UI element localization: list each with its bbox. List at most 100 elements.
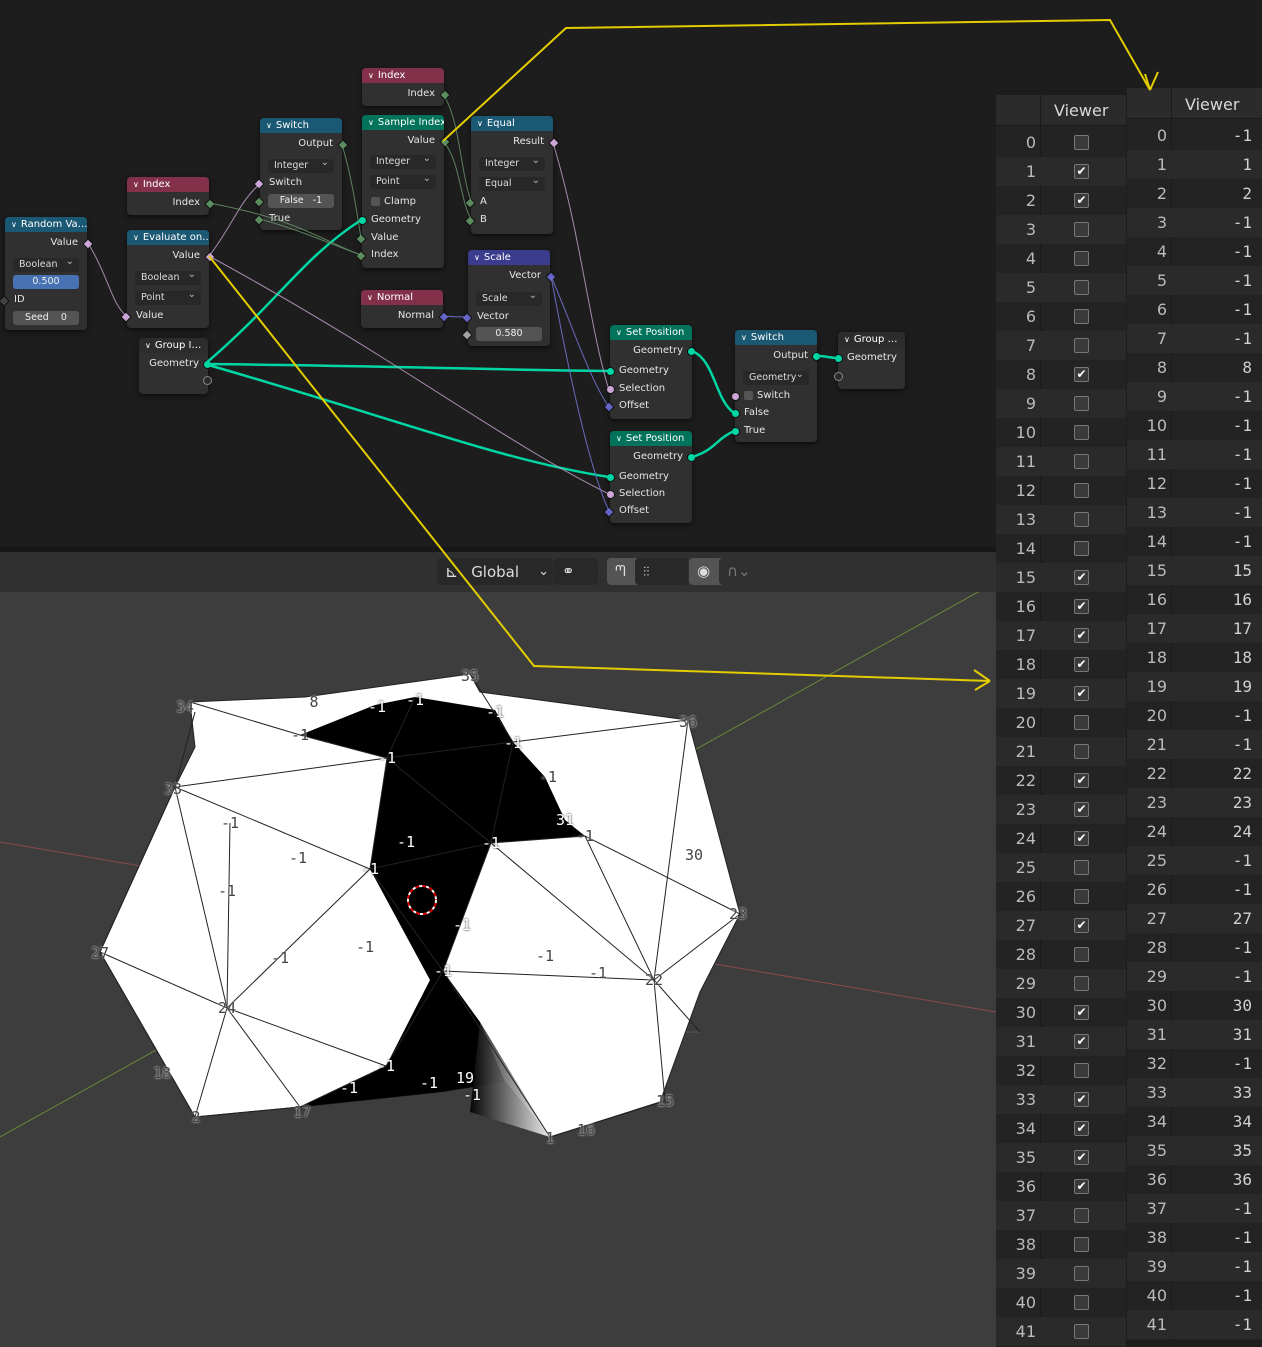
index-node[interactable]: ∨ Index Index bbox=[127, 177, 216, 215]
node-editor[interactable]: ∨Random Va… Value Boolean 0.500 ID Seed … bbox=[0, 0, 996, 547]
false-field[interactable]: False -1 bbox=[268, 194, 334, 208]
probability-field[interactable]: 0.500 bbox=[13, 275, 79, 289]
switch-node[interactable]: ∨Switch Output Integer Switch False -1 T… bbox=[253, 118, 349, 230]
seed-field[interactable]: Seed 0 bbox=[13, 311, 79, 325]
random-value-node[interactable]: ∨Random Va… Value Boolean 0.500 ID Seed … bbox=[0, 217, 94, 330]
sample-index-node[interactable]: ∨Sample Index Value Integer Point Clamp … bbox=[355, 115, 451, 268]
switch-checkbox[interactable]: Switch bbox=[735, 388, 817, 404]
boolean-checkbox bbox=[1074, 309, 1089, 324]
vector-scale-node[interactable]: ∨Scale Vector Scale Vector 0.580 bbox=[461, 250, 557, 346]
true-socket[interactable] bbox=[731, 427, 740, 436]
falloff-dropdown[interactable]: ∩⌄ bbox=[719, 558, 771, 585]
boolean-checkbox bbox=[1074, 1324, 1089, 1339]
geometry-socket[interactable] bbox=[203, 360, 212, 369]
index-node-2[interactable]: ∨ Index Index bbox=[362, 68, 451, 106]
boolean-checkbox bbox=[1074, 396, 1089, 411]
orientation-dropdown[interactable]: ⊾ Global ⌄ bbox=[437, 558, 553, 585]
row-value: 17 bbox=[1232, 619, 1252, 638]
geometry-out-socket[interactable] bbox=[687, 453, 696, 462]
evaluate-on-domain-node[interactable]: ∨Evaluate on… Value Boolean Point Value bbox=[120, 230, 216, 328]
viewer-bool-column[interactable]: Viewer 0 1 ✔ 2 ✔ 3 4 5 6 7 8 ✔ 9 10 11 12 13 14 15 ✔ 16 ✔ 17 ✔ 1… bbox=[996, 95, 1126, 1347]
index-output: Index bbox=[407, 88, 435, 99]
row-index: 3 bbox=[1025, 220, 1036, 239]
area-divider[interactable] bbox=[0, 547, 996, 552]
proportional-icon: ◉ bbox=[697, 562, 711, 580]
node-title: Set Position bbox=[625, 327, 685, 338]
table-row: 37 -1 bbox=[1127, 1194, 1262, 1223]
offset-input: Offset bbox=[619, 400, 650, 411]
column-header: Viewer bbox=[1127, 88, 1262, 119]
attribute-value-label: 35 bbox=[460, 667, 480, 685]
row-index: 26 bbox=[1146, 880, 1167, 899]
selection-socket[interactable] bbox=[606, 385, 615, 394]
type-dropdown[interactable]: Integer bbox=[370, 152, 436, 169]
empty-socket[interactable] bbox=[203, 376, 212, 385]
geometry-socket[interactable] bbox=[358, 216, 367, 225]
row-value: 30 bbox=[1232, 996, 1252, 1015]
table-row: 34 34 bbox=[1127, 1107, 1262, 1136]
scale-socket[interactable] bbox=[461, 329, 473, 341]
viewer-int-column[interactable]: Viewer 0 -1 1 1 2 2 3 -1 4 -1 5 -1 6 -1 7 -1 8 8 9 -1 10 -1 11… bbox=[1127, 88, 1262, 1340]
group-output-node[interactable]: ∨ Group … Geometry bbox=[834, 332, 905, 389]
scale-field[interactable]: 0.580 bbox=[476, 327, 542, 341]
boolean-checkbox: ✔ bbox=[1074, 1092, 1089, 1107]
selection-socket[interactable] bbox=[606, 490, 615, 499]
normal-node[interactable]: ∨ Normal Normal bbox=[361, 290, 450, 328]
false-socket[interactable] bbox=[731, 409, 740, 418]
boolean-checkbox bbox=[1074, 1237, 1089, 1252]
row-index: 33 bbox=[1015, 1090, 1036, 1109]
geometry-in-socket[interactable] bbox=[606, 473, 615, 482]
set-position-node-2[interactable]: ∨ Set Position Geometry Geometry Selectio… bbox=[603, 431, 696, 523]
boolean-checkbox bbox=[1074, 338, 1089, 353]
boolean-checkbox bbox=[1074, 860, 1089, 875]
table-row: 6 bbox=[996, 302, 1126, 331]
mode-dropdown[interactable]: Scale bbox=[476, 289, 542, 306]
normal-output: Normal bbox=[397, 310, 434, 321]
geometry-out-socket[interactable] bbox=[687, 347, 696, 356]
table-row: 2 ✔ bbox=[996, 186, 1126, 215]
boolean-checkbox: ✔ bbox=[1074, 657, 1089, 672]
vector-output: Vector bbox=[509, 270, 541, 281]
geometry-socket[interactable] bbox=[834, 354, 843, 363]
set-position-node[interactable]: ∨ Set Position Geometry Geometry Selectio… bbox=[603, 325, 696, 419]
mode-dropdown[interactable]: Equal bbox=[479, 174, 545, 191]
3d-viewport[interactable]: 35 8 34 -1 -1 -1 36 -1 -1 -1 -1 33 -1 31 -1 -1 -1 -1 30 -1-… bbox=[0, 592, 996, 1347]
table-row: 19 ✔ bbox=[996, 679, 1126, 708]
domain-dropdown[interactable]: Point bbox=[135, 288, 201, 305]
attribute-value-label: 33 bbox=[163, 780, 183, 798]
attribute-value-label: -1 bbox=[481, 834, 501, 852]
attribute-value-label: 34 bbox=[175, 698, 195, 716]
output-label: Output bbox=[773, 350, 808, 361]
clamp-checkbox[interactable]: Clamp bbox=[362, 194, 444, 210]
type-dropdown[interactable]: Integer bbox=[268, 156, 334, 173]
boolean-checkbox bbox=[1074, 947, 1089, 962]
empty-socket[interactable] bbox=[834, 372, 843, 381]
type-dropdown[interactable]: Boolean bbox=[135, 268, 201, 285]
type-dropdown[interactable]: Boolean bbox=[13, 255, 79, 272]
pivot-point-dropdown[interactable]: ⚭ bbox=[554, 558, 598, 585]
switch-node-2[interactable]: ∨Switch Output Geometry Switch False Tru… bbox=[731, 330, 821, 442]
row-value: -1 bbox=[1232, 387, 1252, 406]
output-socket[interactable] bbox=[812, 352, 821, 361]
domain-dropdown[interactable]: Point bbox=[370, 172, 436, 189]
row-index: 38 bbox=[1146, 1228, 1167, 1247]
geometry-in-socket[interactable] bbox=[606, 367, 615, 376]
attribute-value-label: -1 bbox=[588, 964, 608, 982]
false-socket[interactable] bbox=[253, 196, 265, 208]
attribute-value-label: 36 bbox=[678, 713, 698, 731]
row-index: 28 bbox=[1015, 945, 1036, 964]
row-value: 23 bbox=[1232, 793, 1252, 812]
equal-node[interactable]: ∨Equal Result Integer Equal A B bbox=[464, 116, 560, 234]
attribute-value-label: -1 bbox=[377, 749, 397, 767]
table-row: 32 bbox=[996, 1056, 1126, 1085]
table-row: 3 bbox=[996, 215, 1126, 244]
row-index: 6 bbox=[1025, 307, 1036, 326]
row-value: -1 bbox=[1232, 851, 1252, 870]
switch-socket[interactable] bbox=[731, 392, 740, 401]
type-dropdown[interactable]: Geometry bbox=[743, 368, 809, 385]
type-dropdown[interactable]: Integer bbox=[479, 154, 545, 171]
table-row: 10 -1 bbox=[1127, 411, 1262, 440]
snap-target-dropdown[interactable]: ⫶⫶ bbox=[635, 558, 688, 585]
table-row: 32 -1 bbox=[1127, 1049, 1262, 1078]
group-input-node[interactable]: ∨ Group I… Geometry bbox=[139, 338, 212, 394]
